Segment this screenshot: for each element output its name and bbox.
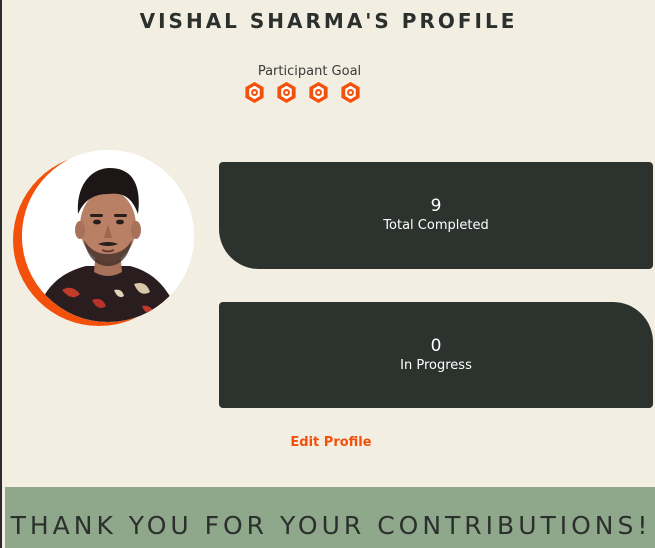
edit-profile-link[interactable]: Edit Profile [282,435,380,450]
avatar [13,148,195,330]
in-progress-card: 0 In Progress [219,302,653,408]
footer-banner: THANK YOU FOR YOUR CONTRIBUTIONS! [5,487,655,548]
badge-icon [341,81,360,104]
total-completed-count: 9 [430,196,442,216]
page-title: VISHAL SHARMA'S PROFILE [139,9,518,33]
total-completed-card: 9 Total Completed [219,162,653,269]
badge-icon [245,81,264,104]
in-progress-count: 0 [430,336,442,356]
participant-goal-badges [243,81,362,105]
badge-icon [277,81,296,104]
profile-page: VISHAL SHARMA'S PROFILE Participant Goal [0,0,655,548]
footer-message: THANK YOU FOR YOUR CONTRIBUTIONS! [10,511,652,540]
participant-goal-label: Participant Goal [257,64,362,79]
total-completed-label: Total Completed [383,218,489,233]
in-progress-label: In Progress [400,358,472,373]
badge-icon [309,81,328,104]
avatar-photo [22,150,194,322]
person-portrait [22,150,194,322]
